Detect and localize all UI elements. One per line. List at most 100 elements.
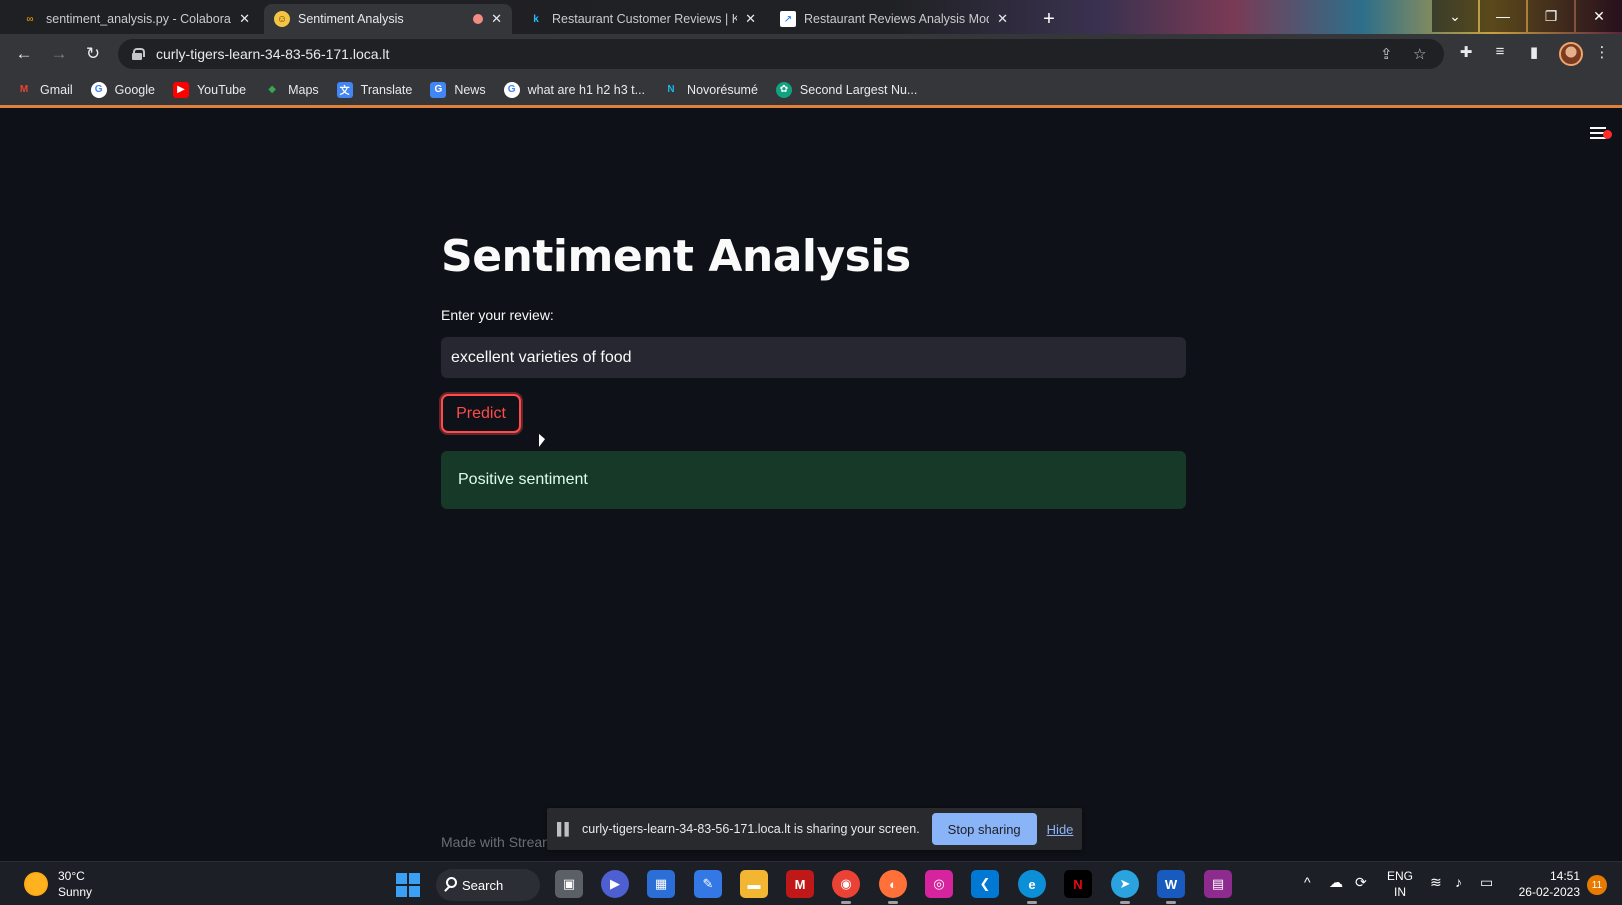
notification-badge[interactable]: 11 (1587, 875, 1607, 895)
bookmarks-bar: M Gmail G Google ▶ YouTube ◆ Maps 文 Tran… (0, 74, 1622, 108)
review-input-label: Enter your review: (441, 307, 554, 323)
tab-title: Restaurant Reviews Analysis Mod (804, 12, 990, 26)
telegram-icon[interactable]: ➤ (1111, 870, 1139, 904)
minimize-button[interactable]: — (1480, 0, 1526, 32)
stop-sharing-button[interactable]: Stop sharing (931, 813, 1037, 845)
mouse-cursor-icon (539, 433, 545, 450)
winrar-icon[interactable]: ▤ (1204, 870, 1232, 898)
tab-sentiment-analysis[interactable]: ☺ Sentiment Analysis ✕ (264, 4, 512, 34)
bookmark-novoresume[interactable]: N Novorésumé (663, 82, 758, 98)
footer-text[interactable]: Made with Stream (441, 834, 554, 850)
bookmark-label: Translate (360, 82, 413, 97)
firefox-icon[interactable]: ◐ (879, 870, 907, 904)
novoresume-icon: N (667, 84, 675, 95)
instagram-icon[interactable]: ◎ (925, 870, 953, 898)
bookmark-h1-h2-h3[interactable]: G what are h1 h2 h3 t... (503, 81, 645, 98)
tab-kaggle[interactable]: k Restaurant Customer Reviews | K ✕ (518, 4, 766, 34)
task-view-icon[interactable]: ▣ (555, 870, 583, 898)
extensions-icon[interactable]: ✚ (1455, 43, 1477, 61)
chevron-up-icon[interactable]: ^ (1304, 874, 1311, 890)
tab-colab[interactable]: ∞ sentiment_analysis.py - Colabora ✕ (12, 4, 260, 34)
back-icon[interactable]: ← (12, 42, 36, 66)
onedrive-icon[interactable]: ☁ (1329, 874, 1343, 891)
bookmark-gmail[interactable]: M Gmail (16, 82, 73, 98)
weather-widget[interactable]: 30°C Sunny (24, 868, 92, 900)
google-icon: G (90, 81, 107, 98)
close-icon[interactable]: ✕ (239, 11, 250, 27)
region-code: IN (1394, 885, 1406, 899)
more-menu-icon[interactable]: ⋮ (1591, 43, 1613, 61)
close-icon[interactable]: ✕ (491, 11, 502, 27)
bookmark-label: News (454, 82, 486, 97)
youtube-icon: ▶ (172, 81, 189, 98)
search-label: Search (462, 877, 504, 893)
restore-button[interactable]: ❐ (1528, 0, 1574, 32)
predict-button[interactable]: Predict (441, 394, 521, 433)
hamburger-menu-icon[interactable] (1590, 127, 1612, 141)
share-icon[interactable]: ⇪ (1380, 45, 1393, 63)
screen-sharing-bar: ▌▌ curly-tigers-learn-34-83-56-171.loca.… (547, 808, 1082, 850)
close-window-button[interactable]: ✕ (1576, 0, 1622, 32)
clock-time: 14:51 (1549, 869, 1580, 883)
volume-icon[interactable]: ♪ (1455, 874, 1462, 890)
google-icon: G (503, 81, 520, 98)
system-clock[interactable]: 14:51 26-02-2023 (1512, 868, 1580, 900)
bookmark-maps[interactable]: ◆ Maps (264, 82, 318, 98)
bookmark-google[interactable]: G Google (90, 81, 155, 98)
maps-icon: ◆ (268, 84, 276, 95)
forward-icon[interactable]: → (47, 42, 71, 66)
weather-desc: Sunny (58, 885, 93, 899)
file-explorer-icon[interactable]: ▬ (740, 870, 768, 898)
side-panel-icon[interactable]: ▮ (1523, 43, 1545, 61)
recording-icon (473, 14, 484, 24)
vscode-icon[interactable]: ❮ (971, 870, 999, 898)
colab-icon: ∞ (26, 13, 34, 25)
new-tab-button[interactable]: + (1036, 6, 1062, 32)
tab-title: sentiment_analysis.py - Colabora (46, 12, 231, 26)
weather-temp: 30°C (58, 869, 85, 883)
bookmark-news[interactable]: G News (430, 81, 486, 98)
address-bar[interactable]: curly-tigers-learn-34-83-56-171.loca.lt … (118, 39, 1444, 69)
hide-link[interactable]: Hide (1047, 822, 1074, 837)
netflix-icon[interactable]: N (1064, 870, 1092, 898)
store-icon[interactable]: ▦ (647, 870, 675, 898)
wifi-icon[interactable]: ≋ (1430, 874, 1442, 891)
word-icon[interactable]: W (1157, 870, 1185, 904)
sun-icon (24, 872, 48, 896)
bookmark-second-largest[interactable]: ✿ Second Largest Nu... (775, 81, 917, 98)
tab-title: Restaurant Customer Reviews | K (552, 12, 738, 26)
kaggle-icon: k (533, 13, 539, 25)
edge-icon[interactable]: e (1018, 870, 1046, 904)
bookmark-star-icon[interactable]: ☆ (1413, 45, 1426, 63)
windows-taskbar: 30°C Sunny Search ▣ ▶ ▦ ✎ ▬ M ◉ ◐ ◎ ❮ e … (0, 861, 1622, 905)
taskbar-search[interactable]: Search (436, 869, 540, 901)
bookmark-label: YouTube (196, 82, 247, 97)
whiteboard-icon[interactable]: ✎ (694, 870, 722, 898)
teams-chat-icon[interactable]: ▶ (601, 870, 629, 898)
language-indicator[interactable]: ENG IN (1387, 868, 1413, 900)
sharing-message: curly-tigers-learn-34-83-56-171.loca.lt … (582, 822, 920, 836)
bookmark-label: Novorésumé (687, 82, 758, 97)
mcafee-icon[interactable]: M (786, 870, 814, 898)
close-icon[interactable]: ✕ (997, 11, 1008, 27)
bookmark-youtube[interactable]: ▶ YouTube (172, 81, 247, 98)
tab-search-button[interactable]: ⌄ (1432, 0, 1478, 32)
reload-icon[interactable]: ↻ (81, 42, 105, 66)
tab-title: Sentiment Analysis (298, 12, 404, 26)
sync-icon[interactable]: ⟳ (1355, 874, 1367, 891)
chrome-icon[interactable]: ◉ (832, 870, 860, 904)
windows-start-icon[interactable] (396, 873, 420, 897)
profile-avatar[interactable] (1559, 42, 1583, 66)
tab-analysis-model[interactable]: ↗ Restaurant Reviews Analysis Mod ✕ (770, 4, 1018, 34)
clock-date: 26-02-2023 (1518, 885, 1580, 899)
result-text: Positive sentiment (458, 471, 588, 488)
notification-dot (1603, 130, 1612, 139)
bookmark-translate[interactable]: 文 Translate (336, 81, 413, 98)
close-icon[interactable]: ✕ (745, 11, 756, 27)
battery-icon[interactable]: ▭ (1480, 874, 1493, 891)
review-input[interactable] (441, 337, 1186, 378)
search-icon (446, 877, 457, 888)
media-controls-icon[interactable]: ≡ (1489, 43, 1511, 60)
bookmark-label: Google (114, 82, 155, 97)
lang-code: ENG (1387, 869, 1414, 883)
